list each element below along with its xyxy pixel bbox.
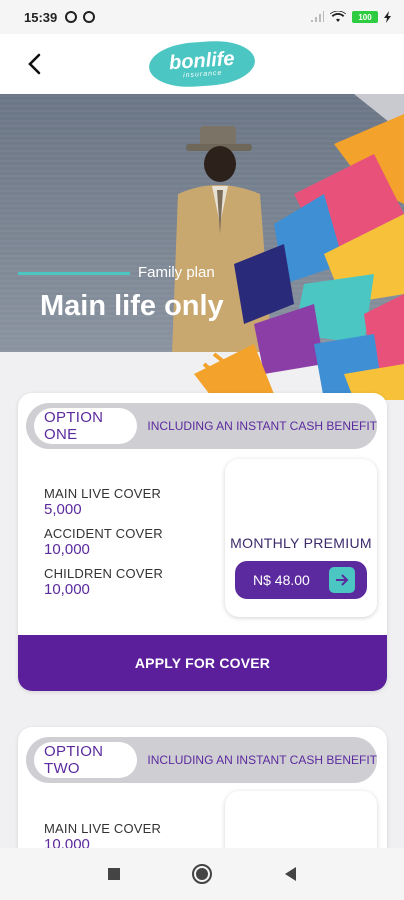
option-header: OPTION TWO INCLUDING AN INSTANT CASH BEN… [26,737,377,783]
geometric-pattern-image [194,94,404,400]
status-right: 100 [310,11,392,23]
option-label: OPTION TWO [34,742,138,778]
premium-label: MONTHLY PREMIUM [230,535,372,551]
arrow-right-icon [329,567,355,593]
status-bar: 15:39 100 [0,0,404,34]
chevron-left-icon [28,53,41,75]
notification-icon [65,11,78,23]
cover-value: 10,000 [44,581,90,598]
system-nav-bar [0,848,404,900]
hero-accent-line [18,272,130,275]
battery-icon: 100 [352,11,378,23]
back-button[interactable] [22,50,46,78]
logo-sub: insurance [182,69,223,79]
cover-label: MAIN LIVE COVER [44,486,162,501]
signal-icon [311,11,324,22]
premium-value: N$ 48.00 [253,572,310,588]
wifi-icon [330,11,346,22]
triangle-left-icon [285,867,296,881]
cover-label: ACCIDENT COVER [44,526,163,541]
option-card: OPTION TWO INCLUDING AN INSTANT CASH BEN… [18,727,387,867]
circle-icon [192,864,212,884]
cover-label: CHILDREN COVER [44,566,164,581]
app-header: bonlife insurance [0,34,404,94]
option-label: OPTION ONE [34,408,138,444]
back-nav-button[interactable] [278,862,302,886]
option-benefit: INCLUDING AN INSTANT CASH BENEFIT [147,753,377,767]
status-time: 15:39 [24,9,58,25]
cover-value: 10,000 [44,541,90,558]
notification-icon [83,11,96,23]
logo-main: bonlife [168,47,236,74]
charging-icon [384,11,391,23]
cover-value: 5,000 [44,501,82,518]
apply-for-cover-button[interactable]: APPLY FOR COVER [18,635,387,691]
option-header: OPTION ONE INCLUDING AN INSTANT CASH BEN… [26,403,377,449]
cover-label: MAIN LIVE COVER [44,821,162,836]
premium-box: MONTHLY PREMIUM N$ 48.00 [225,459,377,617]
option-benefit: INCLUDING AN INSTANT CASH BENEFIT [147,419,377,433]
premium-button[interactable]: N$ 48.00 [235,561,367,599]
bonlife-logo: bonlife insurance [147,38,257,90]
square-icon [108,868,120,880]
cover-list: MAIN LIVE COVER 5,000 ACCIDENT COVER 10,… [44,486,163,606]
recent-apps-button[interactable] [102,862,126,886]
home-button[interactable] [190,862,214,886]
option-card: OPTION ONE INCLUDING AN INSTANT CASH BEN… [18,393,387,691]
